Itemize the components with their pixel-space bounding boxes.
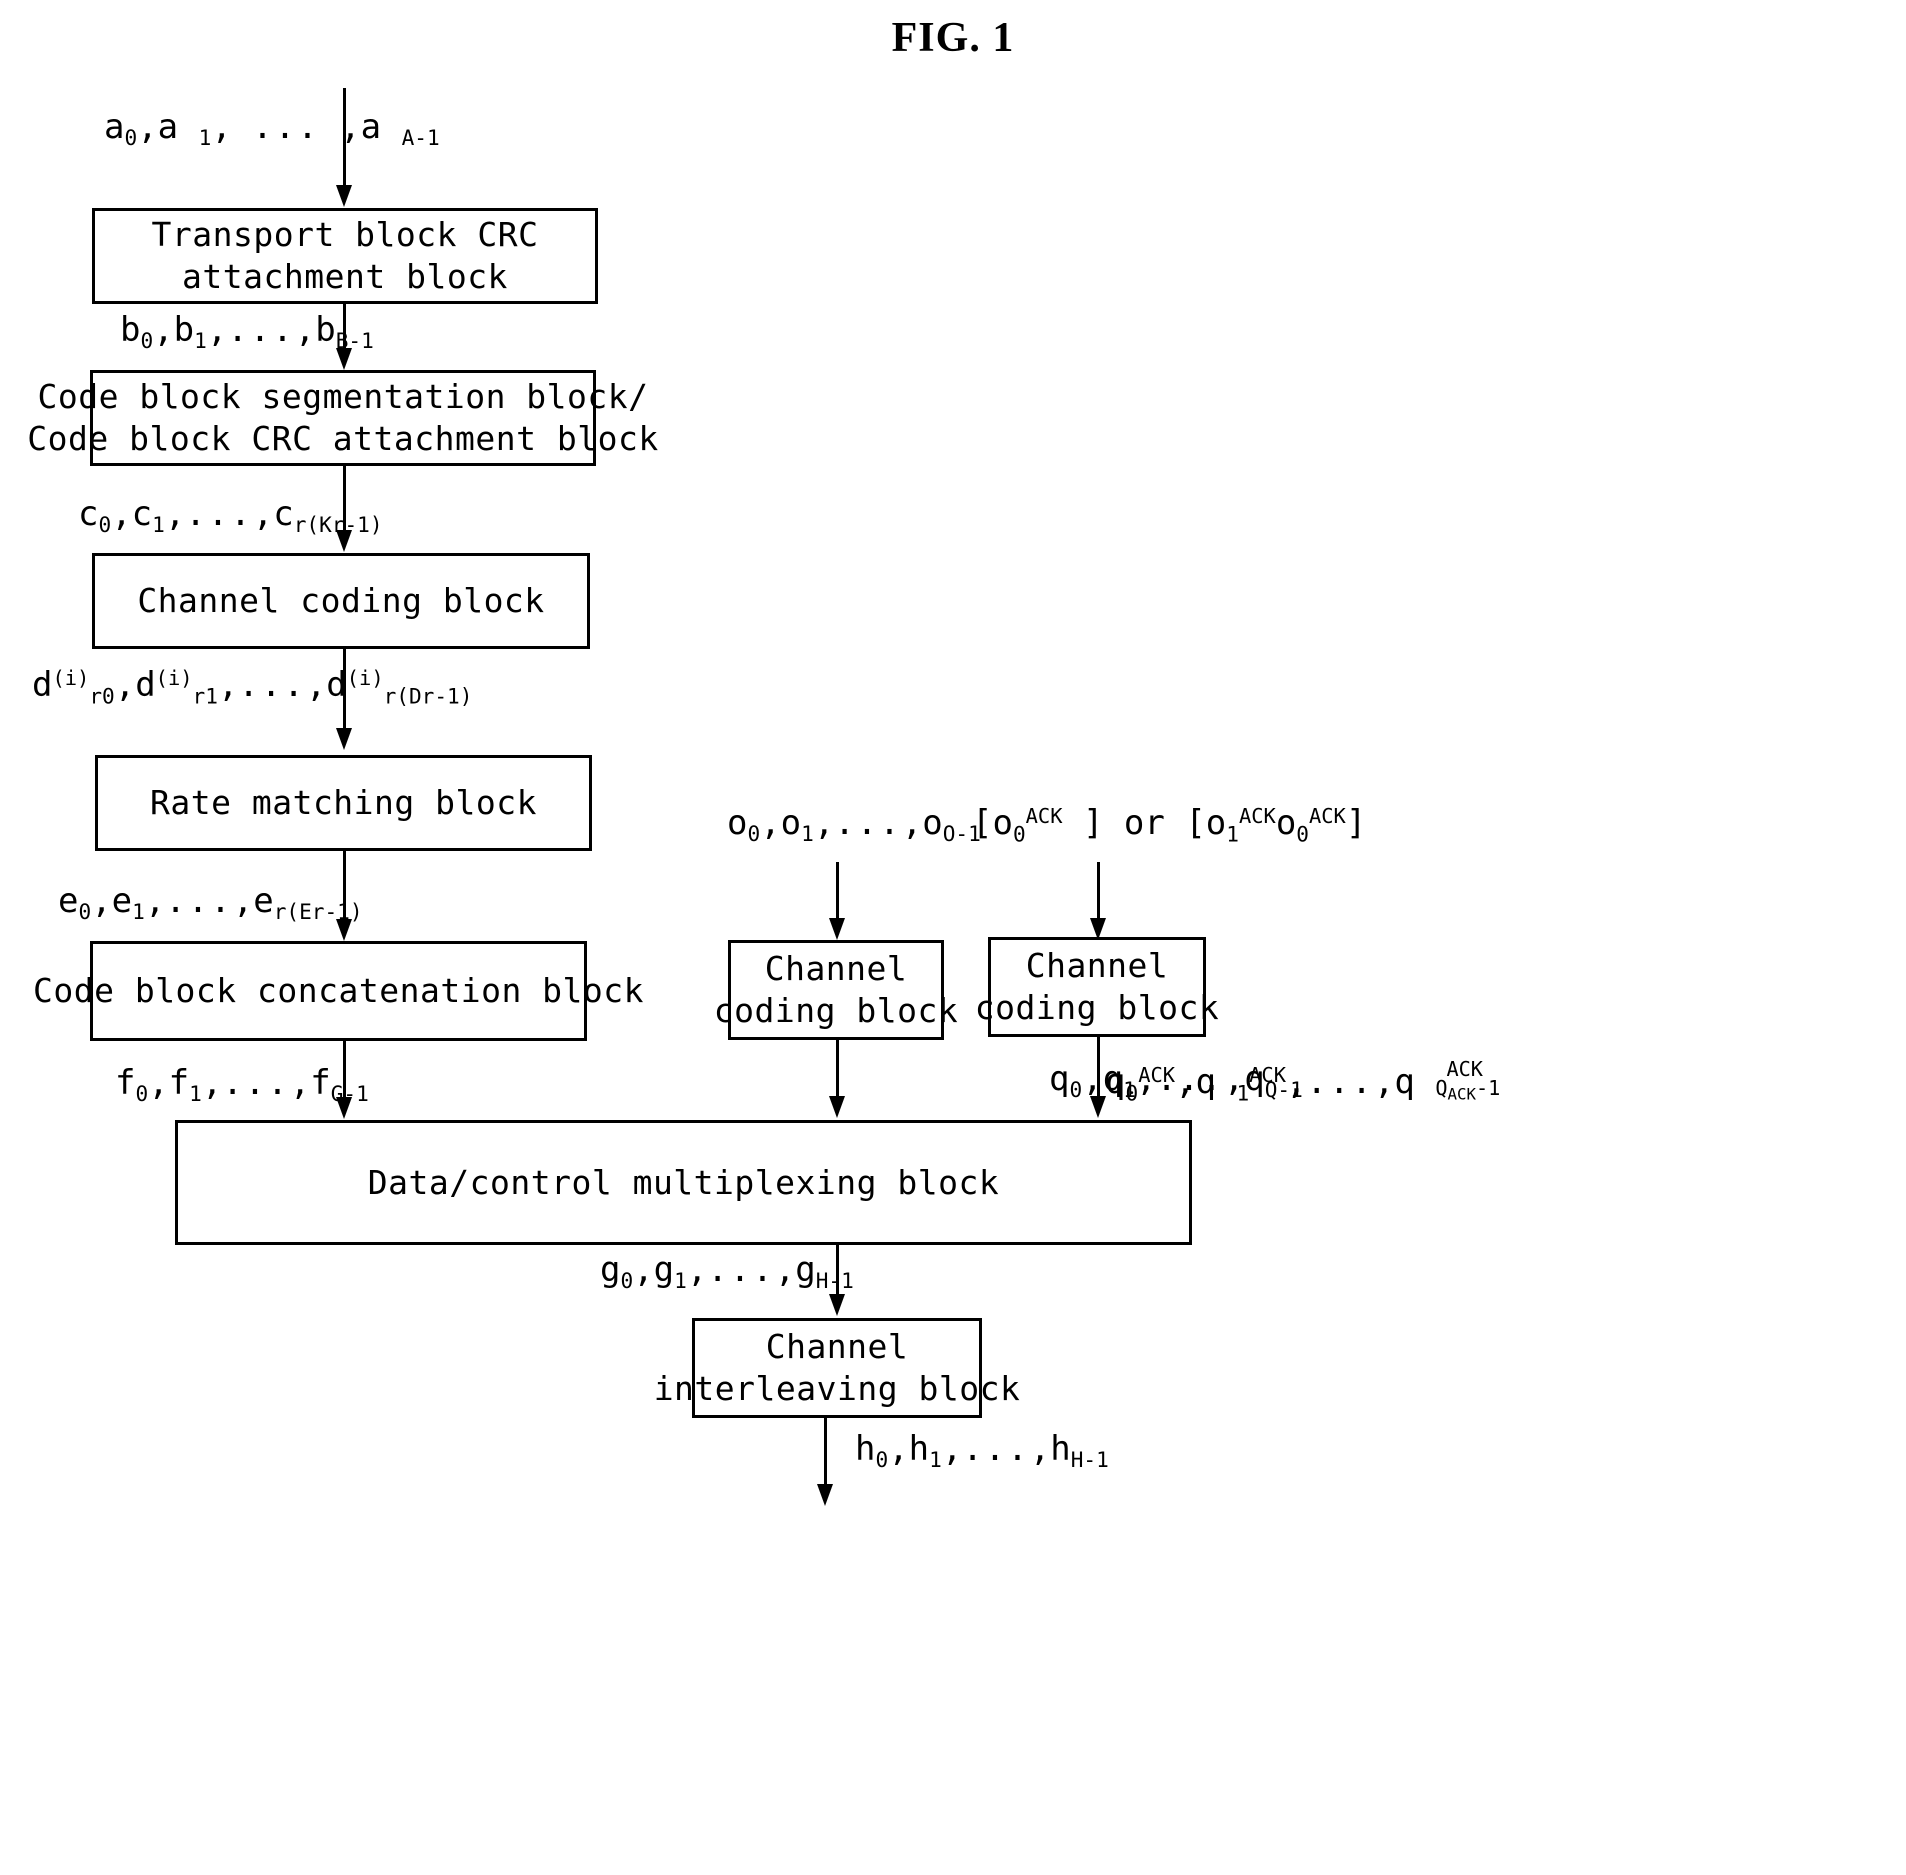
figure-canvas: FIG. 1 a0,a 1, ... ,a A-1 Transport bloc… [0,0,1906,1875]
arrow-line-o [836,862,839,924]
arrow-line-g [836,1245,839,1300]
arrow-head-b [336,348,352,370]
signal-label-q-ack: q0ACK,q 1ACK,...,q ACK QACK-1 [1105,1057,1501,1106]
block-code-block-segmentation-line1: Code block segmentation block/ [37,377,649,417]
arrow-line-b [343,304,346,353]
block-channel-coding-cqi-line2: coding block [713,991,959,1030]
block-channel-interleaving-line2: interleaving block [653,1369,1021,1408]
signal-label-f: f0,f1,...,fG-1 [115,1063,369,1107]
arrow-head-q [829,1096,845,1118]
arrow-line-c [343,466,346,536]
signal-label-a: a0,a 1, ... ,a A-1 [104,107,440,151]
arrow-head-o [829,918,845,940]
signal-label-g: g0,g1,...,gH-1 [600,1250,854,1294]
signal-label-o-ack: [o0ACK ] or [o1ACKo0ACK] [972,803,1367,847]
signal-label-h: h0,h1,...,hH-1 [855,1429,1109,1473]
signal-label-d: d(i)r0,d(i)r1,...,d(i)r(Dr-1) [32,665,473,709]
arrow-line-d [343,649,346,734]
arrow-line-q-ack [1097,1037,1100,1102]
arrow-head-f [336,1097,352,1119]
block-transport-block-crc-line1: Transport block CRC [151,215,539,255]
block-channel-interleaving-line1: Channel [765,1327,909,1367]
block-data-control-multiplexing[interactable]: Data/control multiplexing block [175,1120,1192,1245]
block-channel-coding-ack-line1: Channel [1025,946,1169,986]
block-channel-interleaving[interactable]: Channel interleaving block [654,1318,1020,1418]
arrow-head-g [829,1294,845,1316]
arrow-head-q-ack [1090,1096,1106,1118]
arrow-head-a [336,185,352,207]
arrow-head-h [817,1484,833,1506]
signal-label-o: o0,o1,...,oO-1 [727,803,981,847]
block-channel-coding-cqi-line1: Channel [764,949,908,989]
block-channel-coding-main-line1: Channel coding block [137,581,545,621]
block-channel-coding-ack-line2: coding block [974,988,1220,1027]
block-code-block-concatenation[interactable]: Code block concatenation block [33,941,644,1041]
figure-title: FIG. 1 [891,15,1015,61]
arrow-head-e [336,919,352,941]
block-data-control-multiplexing-line1: Data/control multiplexing block [367,1162,1000,1202]
arrow-line-e [343,851,346,925]
block-channel-coding-ack[interactable]: Channel coding block [975,937,1219,1037]
block-code-block-segmentation[interactable]: Code block segmentation block/ Code bloc… [27,370,658,466]
arrow-line-q [836,1040,839,1102]
block-rate-matching-line1: Rate matching block [150,783,537,823]
arrow-line-h [824,1418,827,1490]
signal-label-b: b0,b1,...,bB-1 [120,310,374,354]
block-channel-coding-main[interactable]: Channel coding block [92,553,590,649]
block-channel-coding-cqi[interactable]: Channel coding block [714,940,958,1040]
arrow-head-c [336,530,352,552]
block-code-block-segmentation-line2: Code block CRC attachment block [27,419,659,458]
arrow-head-d [336,728,352,750]
arrow-line-a [343,88,346,188]
signal-label-e: e0,e1,...,er(Er-1) [58,881,363,925]
arrow-line-o-ack [1097,862,1100,924]
block-code-block-concatenation-line1: Code block concatenation block [32,971,645,1011]
arrow-line-f [343,1041,346,1103]
block-rate-matching[interactable]: Rate matching block [95,755,592,851]
block-transport-block-crc-line2: attachment block [182,257,508,296]
block-transport-block-crc[interactable]: Transport block CRC attachment block [92,208,598,304]
